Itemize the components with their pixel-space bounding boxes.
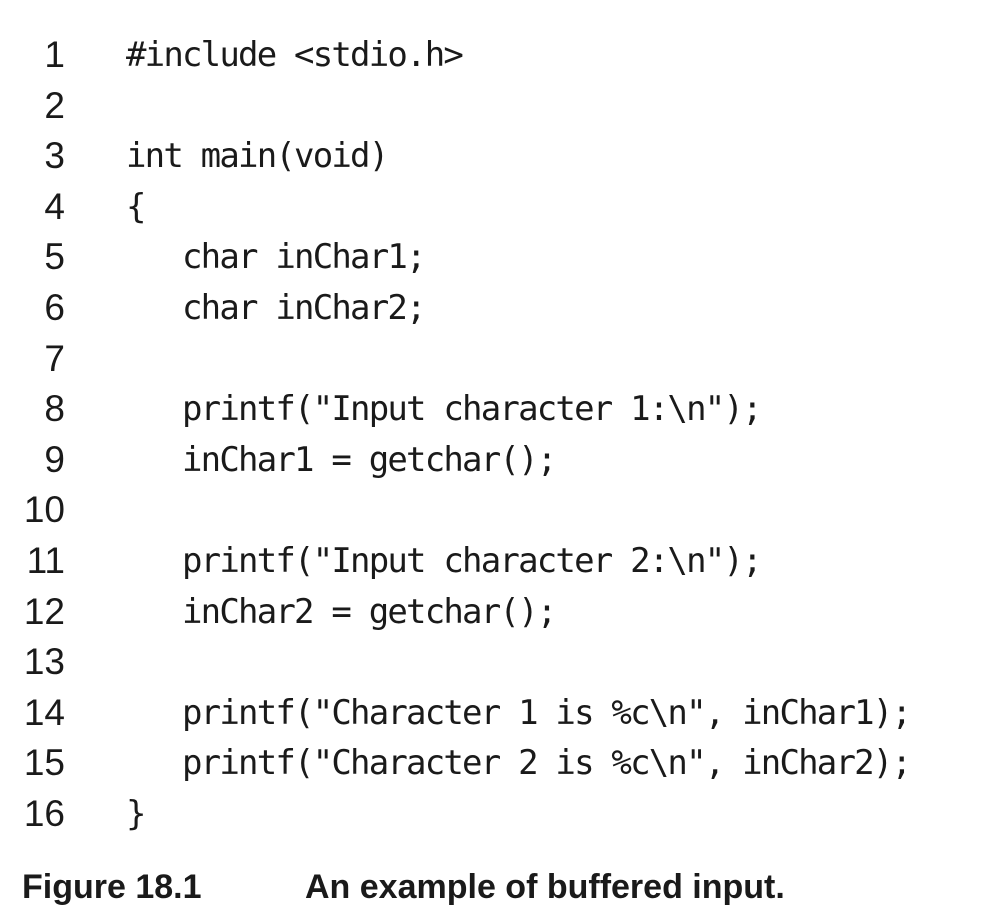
line-number: 10	[23, 489, 65, 531]
line-number: 1	[44, 34, 65, 75]
code-text: inChar2 = getchar();	[126, 591, 557, 632]
line-number: 3	[44, 135, 65, 177]
line-number: 11	[26, 539, 65, 581]
line-number: 6	[44, 286, 65, 328]
line-number: 5	[44, 236, 65, 278]
figure-caption: Figure 18.1 An example of buffered input.	[22, 862, 785, 912]
code-line: 5 char inChar1;	[0, 232, 1008, 283]
line-number: 4	[44, 185, 65, 227]
code-line: 12 inChar2 = getchar();	[0, 587, 1008, 638]
code-line: 7	[0, 334, 1008, 385]
code-line: 1 #include <stdio.h>	[0, 30, 1008, 81]
line-number: 7	[44, 337, 65, 379]
code-text: printf("Input character 1:\n");	[126, 389, 763, 430]
line-number: 14	[23, 691, 65, 733]
line-number: 15	[23, 742, 65, 784]
line-number: 2	[44, 84, 65, 126]
code-line: 16}	[0, 789, 1008, 840]
code-line: 4{	[0, 182, 1008, 233]
line-number: 12	[23, 590, 65, 632]
code-text: char inChar2;	[126, 287, 427, 328]
code-line: 10	[0, 485, 1008, 536]
code-text: int main(void)	[126, 136, 389, 177]
code-text: #include <stdio.h>	[126, 35, 464, 75]
code-line: 2	[0, 81, 1008, 132]
code-listing: 1 #include <stdio.h> 2 3 int main(void) 4{5 c…	[0, 30, 1008, 840]
line-number: 8	[44, 388, 65, 430]
code-text: inChar1 = getchar();	[126, 439, 557, 480]
code-line: 13	[0, 637, 1008, 688]
code-line: 8 printf("Input character 1:\n");	[0, 384, 1008, 435]
code-text: printf("Input character 2:\n");	[126, 540, 763, 581]
code-text: char inChar1;	[126, 237, 427, 278]
code-text: printf("Character 1 is %c\n", inChar1);	[126, 692, 912, 733]
code-line: 11 printf("Input character 2:\n");	[0, 536, 1008, 587]
code-line: 14 printf("Character 1 is %c\n", inChar1…	[0, 688, 1008, 739]
figure-caption-text: An example of buffered input.	[305, 868, 785, 906]
code-line: 15 printf("Character 2 is %c\n", inChar2…	[0, 738, 1008, 789]
code-text: }	[126, 793, 146, 834]
code-text: {	[126, 186, 146, 227]
code-line: 9 inChar1 = getchar();	[0, 435, 1008, 486]
line-number: 16	[23, 792, 65, 834]
code-line: 3 int main(void)	[0, 131, 1008, 182]
code-text: printf("Character 2 is %c\n", inChar2);	[126, 743, 912, 784]
code-line: 6 char inChar2;	[0, 283, 1008, 334]
figure-label: Figure 18.1	[22, 868, 202, 906]
line-number: 13	[23, 641, 65, 683]
line-number: 9	[44, 438, 65, 480]
